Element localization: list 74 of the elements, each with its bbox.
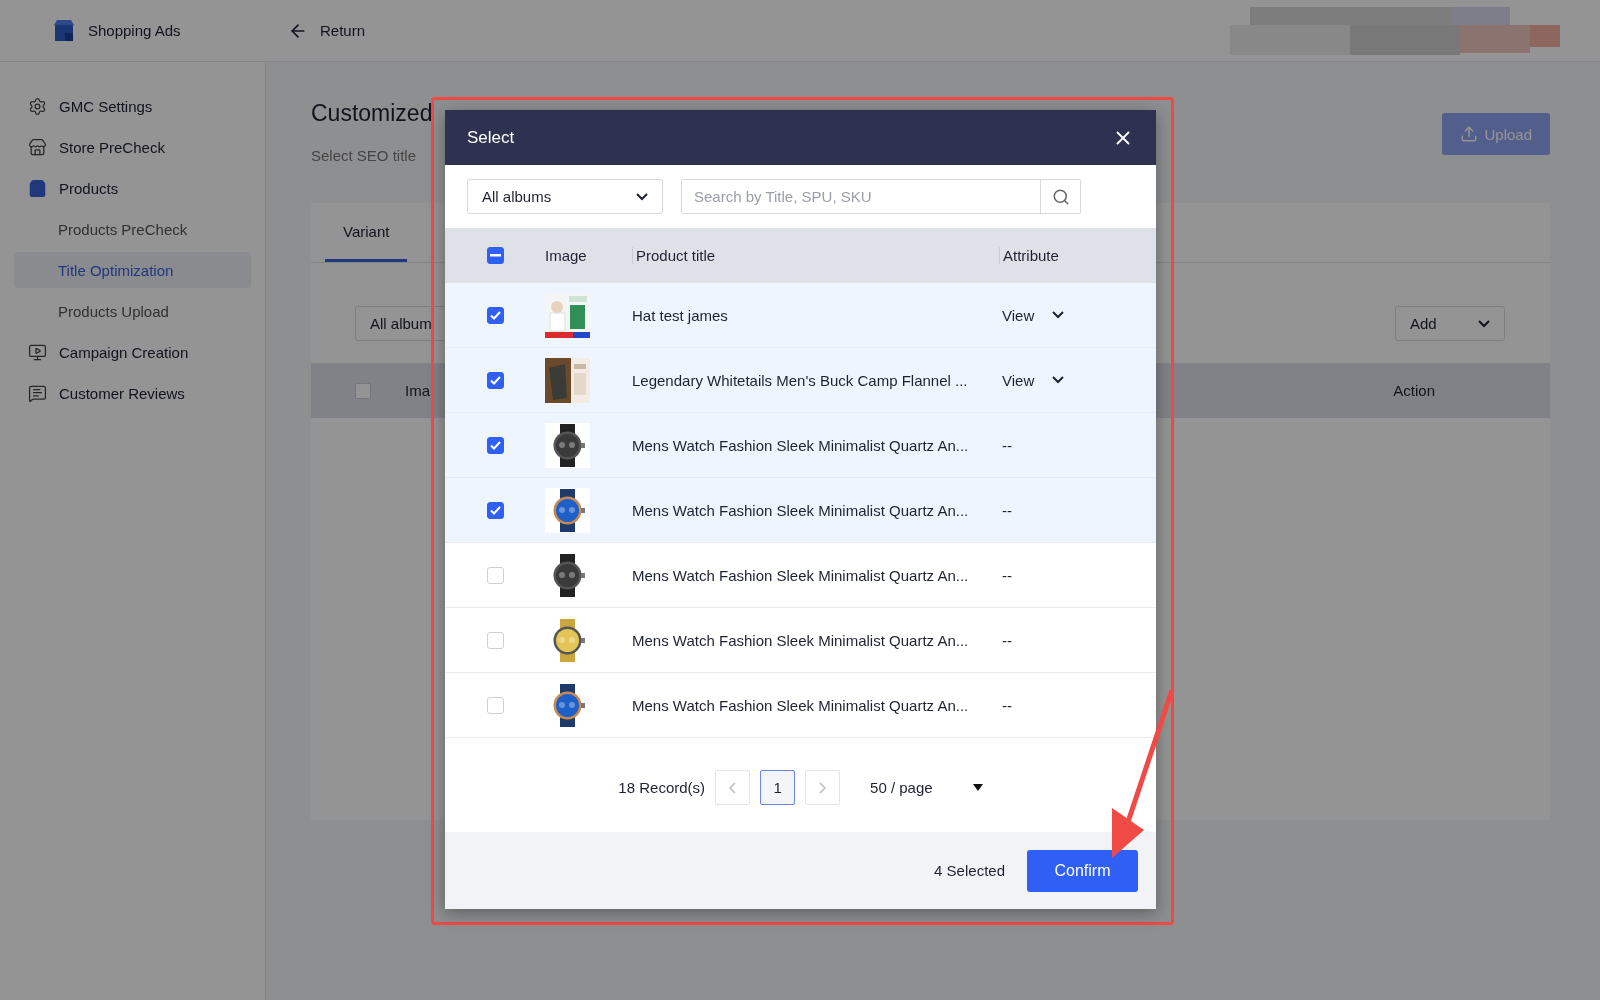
confirm-button[interactable]: Confirm [1027,849,1138,892]
table-row[interactable]: Mens Watch Fashion Sleek Minimalist Quartz An... -- [445,413,1156,478]
table-row[interactable]: Legendary Whitetails Men's Buck Camp Flannel ... View [445,348,1156,413]
checkbox[interactable] [486,436,504,454]
sidebar-item[interactable]: Campaign Creation [14,334,251,370]
checkmark-icon [489,440,501,450]
dialog-title: Select [467,127,515,148]
table-cell-text: Mens Watch Fashion Sleek Minimalist Quartz An... [632,436,970,454]
checkbox[interactable] [486,371,504,389]
sidebar-item[interactable]: Store PreCheck [14,129,251,165]
chevron-right-icon [819,781,827,794]
table-row[interactable]: Mens Watch Fashion Sleek Minimalist Quartz An... -- [445,543,1156,608]
sidebar-item[interactable]: Products Upload [14,293,251,329]
return-link[interactable]: Return [288,20,366,41]
sidebar-item[interactable]: GMC Settings [14,88,251,124]
table-cell-text: -- [1001,631,1013,649]
search-icon [1051,187,1070,206]
table-row[interactable]: Mens Watch Fashion Sleek Minimalist Quartz An... -- [445,608,1156,673]
sidebar-item[interactable]: Products [14,170,251,206]
search-button[interactable] [1040,180,1080,213]
minus-icon [489,254,501,257]
checkmark-icon [489,310,501,320]
table-cell-text: -- [1001,566,1013,584]
view-dropdown[interactable]: View [999,306,1156,324]
chevron-icon [1478,319,1490,328]
chevron-icon [1052,311,1065,319]
caret-icon [972,784,983,791]
table-cell-text: Mens Watch Fashion Sleek Minimalist Quartz An... [632,501,970,519]
table-cell-text: Mens Watch Fashion Sleek Minimalist Quartz An... [632,696,970,714]
page-title: Customized [311,100,433,127]
table-cell-text: -- [1001,501,1013,519]
search-field[interactable]: Search by Title, SPU, SKU [681,179,1081,214]
page-button[interactable]: 1 [760,770,796,805]
table-cell-text: Legendary Whitetails Men's Buck Camp Flannel ... [632,371,969,389]
chevron-icon [1052,376,1065,384]
shopping-bag-icon [28,178,47,198]
table-row[interactable]: Mens Watch Fashion Sleek Minimalist Quartz An... -- [445,478,1156,543]
column-header: Image [545,247,588,264]
storefront-icon [28,137,47,157]
sidebar-item[interactable]: Products PreCheck [14,211,251,247]
add-select[interactable]: Add [1395,306,1505,341]
gear-icon [28,96,47,116]
record-count: 18 Record(s) [618,779,706,796]
tab[interactable]: Variant [325,203,408,262]
logo-icon [52,18,76,43]
page-size-select[interactable]: 50 / page [870,779,983,796]
checkbox[interactable] [486,306,504,324]
checkbox[interactable] [486,501,504,519]
sidebar-item[interactable]: Title Optimization [14,252,251,288]
table-cell-text: Mens Watch Fashion Sleek Minimalist Quartz An... [632,566,970,584]
table-cell-text: Mens Watch Fashion Sleek Minimalist Quartz An... [632,631,970,649]
chevron-left-icon [729,781,737,794]
table-cell-text: Hat test james [632,306,729,324]
table-cell-text: -- [1001,436,1013,454]
upload-icon [1460,125,1479,143]
app-name: Shopping Ads [88,22,182,39]
table-row[interactable]: Mens Watch Fashion Sleek Minimalist Quartz An... -- [445,673,1156,738]
select-all-checkbox[interactable] [486,247,504,264]
chat-icon [28,383,47,403]
page-subtitle: Select SEO title [311,147,417,164]
sidebar-item[interactable]: Customer Reviews [14,375,251,411]
table-row[interactable]: Hat test james View [445,283,1156,348]
selected-count: 4 Selected [934,862,1005,879]
checkmark-icon [489,375,501,385]
album-select[interactable]: All albums [467,179,663,214]
column-header: Ima [405,382,430,399]
checkmark-icon [489,505,501,515]
column-header: Product title [632,247,999,264]
view-dropdown[interactable]: View [999,371,1156,389]
monitor-icon [28,342,47,362]
column-header: Attribute [999,247,1156,264]
chevron-icon [636,192,648,201]
table-cell-text: -- [1001,696,1013,714]
column-header: Action [1393,382,1435,399]
